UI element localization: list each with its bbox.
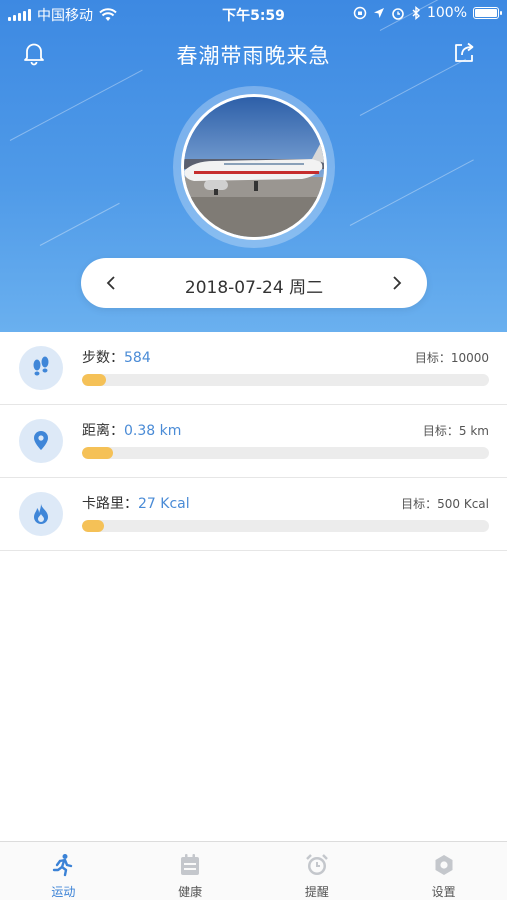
tab-label: 设置 [431,885,456,899]
background-streak [39,202,120,246]
steps-value: 584 [124,350,151,366]
page-title: 春潮带雨晚来急 [176,44,331,68]
tab-health[interactable]: 健康 [127,842,254,900]
tab-label: 运动 [51,885,76,899]
tab-exercise[interactable]: 运动 [0,842,127,900]
chevron-right-icon [393,276,402,290]
calories-progress-bar [82,520,489,532]
running-icon [50,852,76,878]
next-day-button[interactable] [385,271,409,295]
share-button[interactable] [449,38,479,68]
alarm-icon [392,8,404,20]
airplane-photo [184,97,324,237]
tab-settings[interactable]: 设置 [380,842,507,900]
status-bar: 中国移动 下午5:59 100% [0,0,507,28]
background-streak [349,159,474,226]
battery-percent: 100% [426,5,467,21]
share-icon [455,42,474,62]
orientation-lock-icon [353,6,367,20]
steps-progress-fill [82,374,106,386]
tab-label: 健康 [178,885,203,899]
tab-label: 提醒 [304,885,329,899]
distance-value: 0.38 km [124,423,182,439]
tab-bar: 运动 健康 提醒 设置 [0,841,507,900]
distance-row[interactable]: 距离：0.38 km 目标：5 km [0,405,507,478]
avatar[interactable] [181,94,327,240]
calories-label: 卡路里：27 Kcal [82,493,190,513]
distance-goal: 目标：5 km [422,424,489,438]
tab-reminder[interactable]: 提醒 [254,842,381,900]
distance-progress-bar [82,447,489,459]
flame-icon [19,492,63,536]
alarm-clock-icon [304,852,330,878]
location-pin-icon [19,419,63,463]
footprints-icon [19,346,63,390]
distance-progress-fill [82,447,113,459]
steps-label-text: 步数： [82,350,124,366]
bluetooth-icon [412,6,421,20]
distance-label-text: 距离： [82,423,124,439]
date-selector: 2018-07-24 周二 [81,258,427,308]
calories-value: 27 Kcal [138,496,190,512]
settings-icon [431,852,457,878]
steps-label: 步数：584 [82,347,151,367]
calendar-icon [177,852,203,878]
calories-progress-fill [82,520,104,532]
calories-row[interactable]: 卡路里：27 Kcal 目标：500 Kcal [0,478,507,551]
distance-label: 距离：0.38 km [82,420,181,440]
location-arrow-icon [373,8,384,18]
steps-progress-bar [82,374,489,386]
steps-goal: 目标：10000 [414,351,489,365]
current-date[interactable]: 2018-07-24 周二 [81,273,427,298]
battery-icon [473,7,502,19]
activity-stats: 步数：584 目标：10000 距离：0.38 km 目标：5 km 卡路里：2… [0,332,507,551]
calories-label-text: 卡路里： [82,496,138,512]
background-streak [9,69,143,141]
steps-row[interactable]: 步数：584 目标：10000 [0,332,507,405]
calories-goal: 目标：500 Kcal [401,497,489,511]
navigation-bar: 春潮带雨晚来急 [0,28,507,76]
